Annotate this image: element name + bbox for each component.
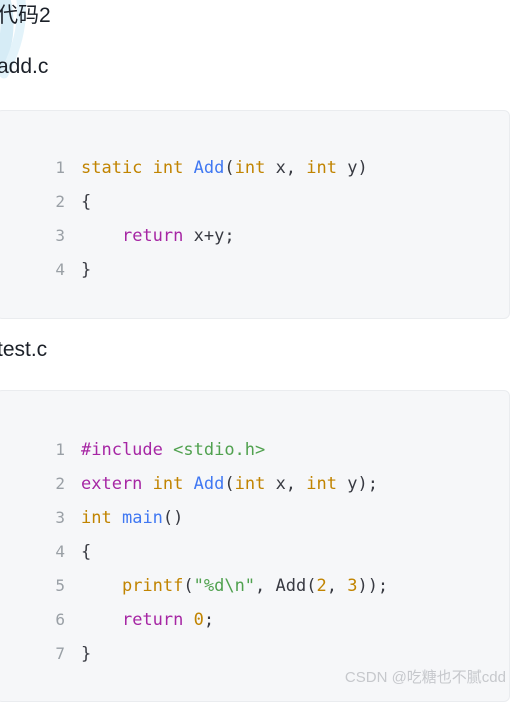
code-line: 5 printf("%d\n", Add(2, 3)); — [0, 569, 509, 603]
line-number: 4 — [55, 260, 65, 279]
code-line: 2 { — [0, 185, 509, 219]
code-block-test-c[interactable]: 1 #include <stdio.h> 2 extern int Add(in… — [0, 390, 510, 702]
article-body: 代码2 add.c 1 static int Add(int x, int y)… — [0, 0, 514, 702]
line-content: int main() — [81, 508, 184, 528]
line-number: 4 — [55, 542, 65, 561]
line-content: { — [81, 192, 92, 212]
code-line: 1 static int Add(int x, int y) — [0, 151, 509, 185]
line-number: 3 — [55, 226, 65, 245]
code-line: 4 { — [0, 535, 509, 569]
line-number: 7 — [55, 644, 65, 663]
code-line: 2 extern int Add(int x, int y); — [0, 467, 509, 501]
file-heading-add-c: add.c — [0, 55, 49, 78]
code-line: 7 } — [0, 637, 509, 671]
line-number: 1 — [55, 440, 65, 459]
code-line: 6 return 0; — [0, 603, 509, 637]
line-content: extern int Add(int x, int y); — [81, 474, 378, 494]
line-content: static int Add(int x, int y) — [81, 158, 368, 178]
csdn-watermark: CSDN @吃糖也不腻cdd — [344, 669, 506, 686]
line-number: 1 — [55, 158, 65, 177]
code-block-add-c[interactable]: 1 static int Add(int x, int y) 2 { 3 ret… — [0, 110, 510, 319]
file-heading-test-c: test.c — [0, 338, 48, 361]
line-number: 2 — [55, 192, 65, 211]
line-content: #include <stdio.h> — [81, 440, 266, 460]
code-line: 4 } — [0, 253, 509, 287]
line-number: 2 — [55, 474, 65, 493]
line-number: 6 — [55, 610, 65, 629]
line-content: return x+y; — [121, 226, 235, 246]
code-line: 1 #include <stdio.h> — [0, 433, 509, 467]
line-content: } — [81, 260, 92, 280]
code-lines-add-c: 1 static int Add(int x, int y) 2 { 3 ret… — [0, 111, 509, 287]
code-line: 3 int main() — [0, 501, 509, 535]
line-number: 5 — [55, 576, 65, 595]
line-number: 3 — [55, 508, 65, 527]
code-lines-test-c: 1 #include <stdio.h> 2 extern int Add(in… — [0, 391, 509, 671]
page-title: 代码2 — [0, 4, 51, 27]
line-content: { — [81, 542, 92, 562]
line-content: } — [81, 644, 92, 664]
line-content: return 0; — [121, 610, 215, 630]
line-content: printf("%d\n", Add(2, 3)); — [121, 576, 389, 596]
code-line: 3 return x+y; — [0, 219, 509, 253]
